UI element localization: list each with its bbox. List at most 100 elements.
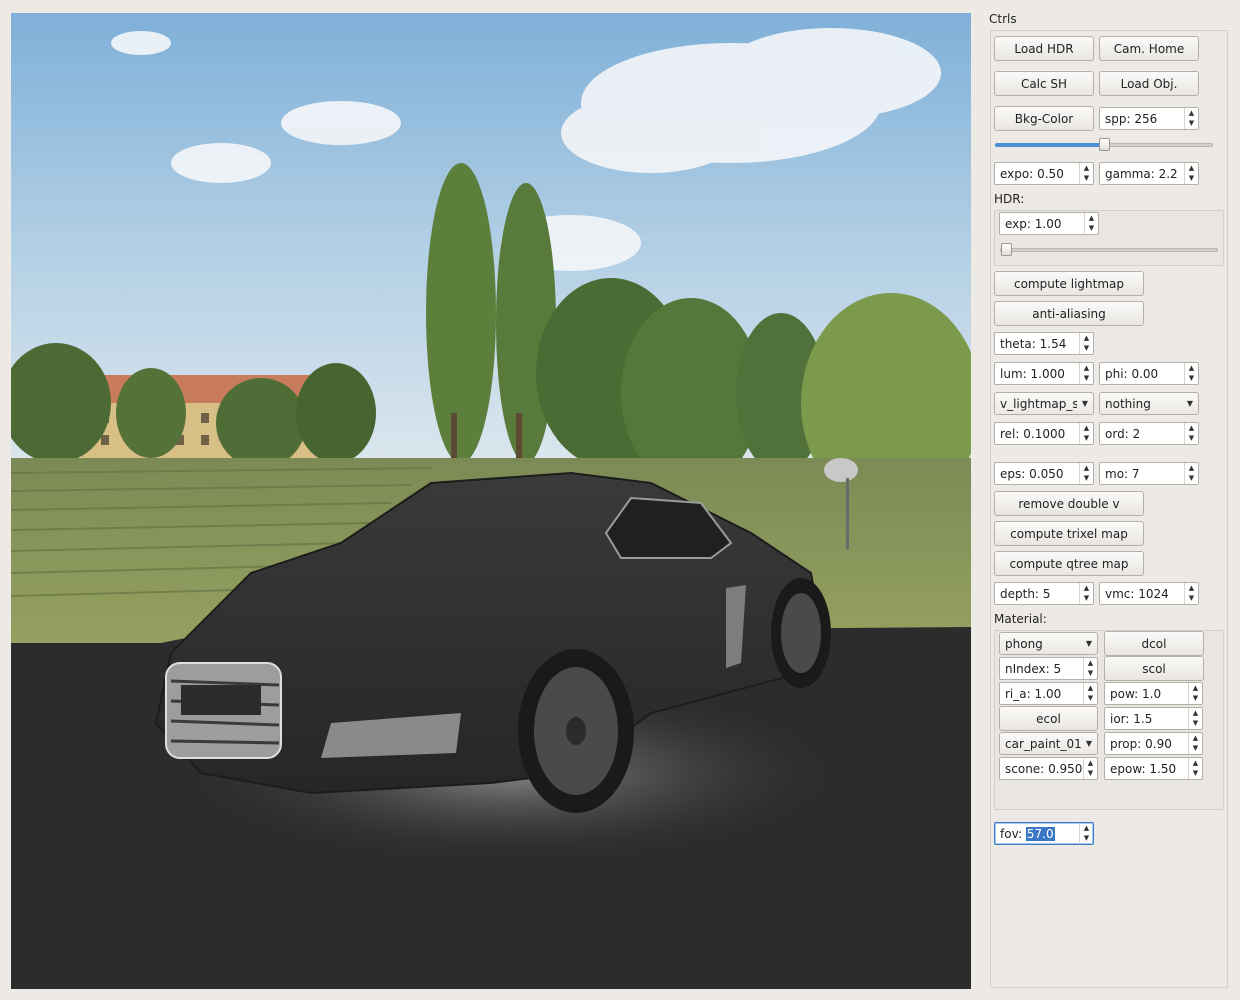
gamma-value: gamma: 2.2 bbox=[1105, 166, 1178, 181]
spin-down-icon[interactable]: ▼ bbox=[1080, 434, 1093, 445]
spin-up-icon[interactable]: ▲ bbox=[1080, 423, 1093, 434]
compute-qtree-map-button[interactable]: compute qtree map bbox=[994, 551, 1144, 576]
spin-up-icon[interactable]: ▲ bbox=[1085, 213, 1098, 224]
spin-down-icon[interactable]: ▼ bbox=[1185, 474, 1198, 485]
epow-spinbox[interactable]: epow: 1.50 ▲ ▼ bbox=[1104, 757, 1203, 780]
spin-up-icon[interactable]: ▲ bbox=[1080, 163, 1093, 174]
spin-up-icon[interactable]: ▲ bbox=[1185, 583, 1198, 594]
phi-spinbox[interactable]: phi: 0.00 ▲ ▼ bbox=[1099, 362, 1199, 385]
spin-up-icon[interactable]: ▲ bbox=[1185, 163, 1198, 174]
spin-down-icon[interactable]: ▼ bbox=[1084, 694, 1097, 705]
ri-a-value: ri_a: 1.00 bbox=[1005, 686, 1062, 701]
spin-up-icon[interactable]: ▲ bbox=[1185, 108, 1198, 119]
spin-down-icon[interactable]: ▼ bbox=[1185, 594, 1198, 605]
ord-spinbox[interactable]: ord: 2 ▲ ▼ bbox=[1099, 422, 1199, 445]
nindex-spinbox[interactable]: nIndex: 5 ▲ ▼ bbox=[999, 657, 1098, 680]
spin-down-icon[interactable]: ▼ bbox=[1185, 174, 1198, 185]
spin-up-icon[interactable]: ▲ bbox=[1189, 733, 1202, 744]
spin-down-icon[interactable]: ▼ bbox=[1189, 769, 1202, 780]
theta-value: theta: 1.54 bbox=[1000, 336, 1067, 351]
spin-up-icon[interactable]: ▲ bbox=[1080, 333, 1093, 344]
car-wheel-front bbox=[518, 649, 634, 813]
compute-lightmap-button[interactable]: compute lightmap bbox=[994, 271, 1144, 296]
spin-down-icon[interactable]: ▼ bbox=[1185, 119, 1198, 130]
chevron-down-icon: ▼ bbox=[1186, 399, 1194, 408]
calc-sh-button[interactable]: Calc SH bbox=[994, 71, 1094, 96]
fov-spinbox[interactable]: fov: 57.0 ▲ ▼ bbox=[994, 822, 1094, 845]
mo-spinbox[interactable]: mo: 7 ▲ ▼ bbox=[1099, 462, 1199, 485]
hdr-exp-spinbox[interactable]: exp: 1.00 ▲ ▼ bbox=[999, 212, 1099, 235]
spin-up-icon[interactable]: ▲ bbox=[1185, 363, 1198, 374]
rel-spinbox[interactable]: rel: 0.1000 ▲ ▼ bbox=[994, 422, 1094, 445]
slider-handle[interactable] bbox=[1001, 243, 1012, 256]
paint-select[interactable]: car_paint_01 ▼ bbox=[999, 732, 1098, 755]
render-viewport[interactable] bbox=[11, 13, 971, 989]
depth-spinbox[interactable]: depth: 5 ▲ ▼ bbox=[994, 582, 1094, 605]
spin-up-icon[interactable]: ▲ bbox=[1080, 463, 1093, 474]
prop-value: prop: 0.90 bbox=[1110, 736, 1172, 751]
anti-aliasing-button[interactable]: anti-aliasing bbox=[994, 301, 1144, 326]
pow-spinbox[interactable]: pow: 1.0 ▲ ▼ bbox=[1104, 682, 1203, 705]
spin-down-icon[interactable]: ▼ bbox=[1080, 474, 1093, 485]
bkg-color-button[interactable]: Bkg-Color bbox=[994, 106, 1094, 131]
spin-down-icon[interactable]: ▼ bbox=[1084, 769, 1097, 780]
spin-up-icon[interactable]: ▲ bbox=[1185, 463, 1198, 474]
ior-spinbox[interactable]: ior: 1.5 ▲ ▼ bbox=[1104, 707, 1203, 730]
spin-up-icon[interactable]: ▲ bbox=[1189, 708, 1202, 719]
slider-groove bbox=[1000, 248, 1218, 252]
lum-spinbox[interactable]: lum: 1.000 ▲ ▼ bbox=[994, 362, 1094, 385]
compute-trixel-map-button[interactable]: compute trixel map bbox=[994, 521, 1144, 546]
expo-spinbox[interactable]: expo: 0.50 ▲ ▼ bbox=[994, 162, 1094, 185]
dcol-button[interactable]: dcol bbox=[1104, 631, 1204, 656]
ior-value: ior: 1.5 bbox=[1110, 711, 1153, 726]
spp-spinbox[interactable]: spp: 256 ▲ ▼ bbox=[1099, 107, 1199, 130]
rendered-scene bbox=[11, 13, 971, 989]
spin-up-icon[interactable]: ▲ bbox=[1084, 683, 1097, 694]
spin-up-icon[interactable]: ▲ bbox=[1189, 683, 1202, 694]
depth-value: depth: 5 bbox=[1000, 586, 1051, 601]
spin-down-icon[interactable]: ▼ bbox=[1185, 434, 1198, 445]
spin-down-icon[interactable]: ▼ bbox=[1080, 344, 1093, 355]
spin-down-icon[interactable]: ▼ bbox=[1189, 744, 1202, 755]
spin-down-icon[interactable]: ▼ bbox=[1085, 224, 1098, 235]
prop-spinbox[interactable]: prop: 0.90 ▲ ▼ bbox=[1104, 732, 1203, 755]
spin-down-icon[interactable]: ▼ bbox=[1084, 669, 1097, 680]
load-hdr-button[interactable]: Load HDR bbox=[994, 36, 1094, 61]
spp-slider[interactable] bbox=[995, 137, 1213, 153]
spin-up-icon[interactable]: ▲ bbox=[1080, 583, 1093, 594]
lightmap-select-value: v_lightmap_s bbox=[1000, 396, 1077, 411]
spin-up-icon[interactable]: ▲ bbox=[1084, 658, 1097, 669]
eps-spinbox[interactable]: eps: 0.050 ▲ ▼ bbox=[994, 462, 1094, 485]
theta-spinbox[interactable]: theta: 1.54 ▲ ▼ bbox=[994, 332, 1094, 355]
hdr-label: HDR: bbox=[994, 192, 1025, 206]
spin-down-icon[interactable]: ▼ bbox=[1080, 174, 1093, 185]
nothing-select-value: nothing bbox=[1105, 396, 1151, 411]
gamma-spinbox[interactable]: gamma: 2.2 ▲ ▼ bbox=[1099, 162, 1199, 185]
material-label: Material: bbox=[994, 612, 1047, 626]
spin-down-icon[interactable]: ▼ bbox=[1080, 834, 1093, 845]
ri-a-spinbox[interactable]: ri_a: 1.00 ▲ ▼ bbox=[999, 682, 1098, 705]
load-obj-button[interactable]: Load Obj. bbox=[1099, 71, 1199, 96]
cam-home-button[interactable]: Cam. Home bbox=[1099, 36, 1199, 61]
slider-handle[interactable] bbox=[1099, 138, 1110, 151]
spin-up-icon[interactable]: ▲ bbox=[1080, 363, 1093, 374]
spin-up-icon[interactable]: ▲ bbox=[1084, 758, 1097, 769]
spin-up-icon[interactable]: ▲ bbox=[1185, 423, 1198, 434]
spin-up-icon[interactable]: ▲ bbox=[1189, 758, 1202, 769]
scone-spinbox[interactable]: scone: 0.950 ▲ ▼ bbox=[999, 757, 1098, 780]
shader-select[interactable]: phong ▼ bbox=[999, 632, 1098, 655]
lightmap-select[interactable]: v_lightmap_s ▼ bbox=[994, 392, 1094, 415]
scol-button[interactable]: scol bbox=[1104, 656, 1204, 681]
nothing-select[interactable]: nothing ▼ bbox=[1099, 392, 1199, 415]
hdr-exp-slider[interactable] bbox=[1000, 242, 1218, 258]
spin-down-icon[interactable]: ▼ bbox=[1080, 374, 1093, 385]
spin-down-icon[interactable]: ▼ bbox=[1189, 694, 1202, 705]
spin-down-icon[interactable]: ▼ bbox=[1185, 374, 1198, 385]
spin-down-icon[interactable]: ▼ bbox=[1189, 719, 1202, 730]
spin-down-icon[interactable]: ▼ bbox=[1080, 594, 1093, 605]
fov-value[interactable]: fov: 57.0 bbox=[995, 826, 1079, 841]
ecol-button[interactable]: ecol bbox=[999, 706, 1098, 731]
vmc-spinbox[interactable]: vmc: 1024 ▲ ▼ bbox=[1099, 582, 1199, 605]
remove-double-v-button[interactable]: remove double v bbox=[994, 491, 1144, 516]
spin-up-icon[interactable]: ▲ bbox=[1080, 823, 1093, 834]
